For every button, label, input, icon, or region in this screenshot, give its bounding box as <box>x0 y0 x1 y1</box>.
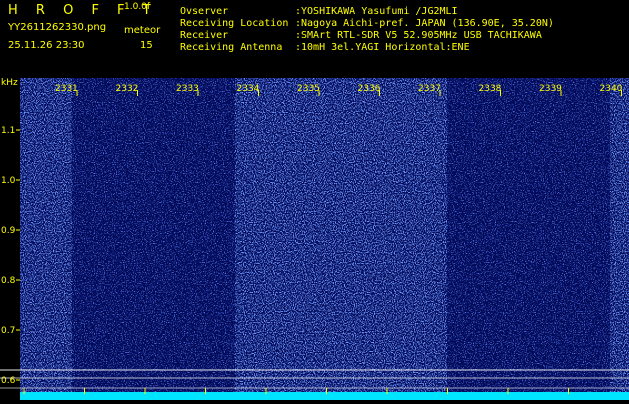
y-axis: kHz1.11.00.90.80.70.6 <box>1 78 20 386</box>
info-row-receiver: Receiver :SMArt RTL-SDR V5 52.905MHz USB … <box>180 30 554 42</box>
x-tick-label: 2332 <box>116 84 139 94</box>
spectrogram-svg: kHz1.11.00.90.80.70.6 2331 2332 2333 2334 23… <box>0 78 629 400</box>
info-value: :SMArt RTL-SDR V5 52.905MHz USB TACHIKAW… <box>295 30 542 41</box>
x-tick-label: 2336 <box>358 84 381 94</box>
meteor-label: meteor <box>124 25 161 36</box>
x-tick-label: 2333 <box>176 84 199 94</box>
version-label: 1.0.0f <box>124 2 151 12</box>
meteor-count: 15 <box>140 40 153 51</box>
y-tick-label: 1.0 <box>1 176 16 186</box>
info-key: Receiver <box>180 30 229 41</box>
station-info: Ovserver :YOSHIKAWA Yasufumi /JG2MLI Rece… <box>180 6 554 54</box>
y-tick-label: 0.7 <box>1 326 15 336</box>
x-tick-label: 2339 <box>539 84 562 94</box>
x-tick-label: 2334 <box>237 84 260 94</box>
y-tick-label: 0.8 <box>1 276 16 286</box>
x-tick-label: 2340 <box>600 84 623 94</box>
header-panel: H R O F F T 1.0.0f YY2611262330.png 25.1… <box>0 0 629 78</box>
info-value: :YOSHIKAWA Yasufumi /JG2MLI <box>295 6 458 17</box>
datetime-label: 25.11.26 23:30 <box>8 40 85 51</box>
info-value: :Nagoya Aichi-pref. JAPAN (136.90E, 35.2… <box>295 18 554 29</box>
spectrogram-plot: kHz 1.1 1.0 0.9 0.8 0.7 0.6 2331 2332 2333 2334 23… <box>0 78 629 400</box>
filename-label: YY2611262330.png <box>8 22 107 33</box>
info-key: Ovserver <box>180 6 229 17</box>
info-key: Receiving Antenna <box>180 42 283 53</box>
noise-floor <box>20 392 629 400</box>
info-row-location: Receiving Location :Nagoya Aichi-pref. JA… <box>180 18 554 30</box>
info-key: Receiving Location <box>180 18 289 29</box>
x-tick-label: 2338 <box>479 84 502 94</box>
y-tick-label: 1.1 <box>1 126 15 136</box>
info-row-antenna: Receiving Antenna :10mH 3el.YAGI Horizont… <box>180 42 554 54</box>
info-value: :10mH 3el.YAGI Horizontal:ENE <box>295 42 470 53</box>
y-tick-label: 0.9 <box>1 226 16 236</box>
info-row-observer: Ovserver :YOSHIKAWA Yasufumi /JG2MLI <box>180 6 554 18</box>
x-tick-label: 2331 <box>55 84 78 94</box>
y-axis-unit: kHz <box>1 78 18 88</box>
x-tick-label: 2337 <box>418 84 441 94</box>
speckle-layer <box>20 78 629 400</box>
x-tick-label: 2335 <box>297 84 320 94</box>
